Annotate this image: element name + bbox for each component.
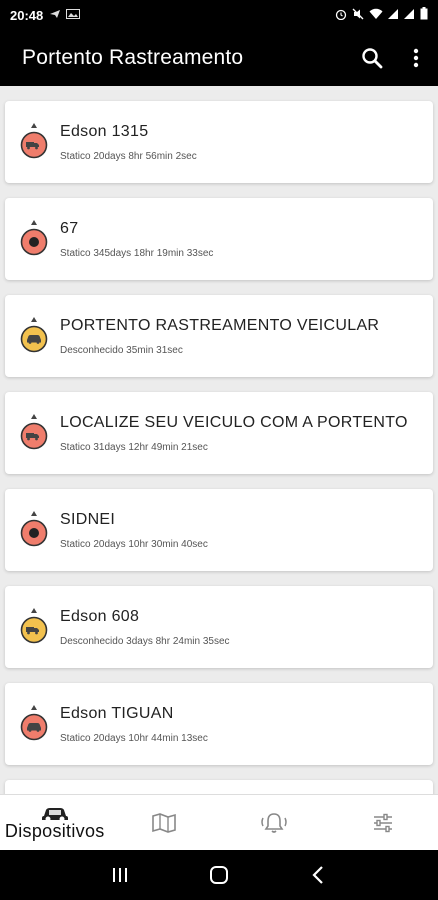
device-card[interactable]: Edson 608 Desconhecido 3days 8hr 24min 35… <box>5 586 433 668</box>
device-name: 67 <box>60 220 79 237</box>
nav-map[interactable] <box>110 795 220 850</box>
device-name: SIDNEI <box>60 511 116 528</box>
device-card[interactable]: Edson TIGUAN Statico 20days 10hr 44min 13… <box>5 683 433 765</box>
device-status: Statico 20days 10hr 44min 13sec <box>60 733 208 744</box>
device-card[interactable]: Edson 1315 Statico 20days 8hr 56min 2sec <box>5 101 433 183</box>
device-name: PORTENTO RASTREAMENTO VEICULAR <box>60 317 380 334</box>
bell-ring-icon <box>261 812 287 833</box>
device-marker-icon <box>20 414 48 454</box>
device-name: Edson TIGUAN <box>60 705 174 722</box>
nav-settings[interactable] <box>329 795 438 850</box>
home-icon <box>209 866 228 884</box>
device-name: LOCALIZE SEU VEICULO COM A PORTENTO <box>60 414 408 431</box>
recents-icon <box>112 868 127 882</box>
mute-icon <box>352 8 364 23</box>
search-icon <box>362 48 383 69</box>
status-bar: 20:48 <box>0 0 438 30</box>
device-marker-icon <box>20 220 48 260</box>
device-card[interactable] <box>5 780 433 794</box>
device-name: Edson 1315 <box>60 123 149 140</box>
sliders-icon <box>374 813 393 832</box>
map-icon <box>152 812 177 833</box>
signal-icon <box>388 8 399 23</box>
device-status: Desconhecido 35min 31sec <box>60 345 183 356</box>
overflow-menu-button[interactable] <box>394 36 438 80</box>
device-card[interactable]: LOCALIZE SEU VEICULO COM A PORTENTO Stati… <box>5 392 433 474</box>
more-vert-icon <box>413 48 419 68</box>
car-icon <box>41 807 68 821</box>
device-marker-icon <box>20 123 48 163</box>
photo-icon <box>66 8 81 22</box>
wifi-icon <box>369 8 383 23</box>
signal-icon <box>404 8 415 23</box>
back-icon <box>312 866 324 884</box>
alarm-icon <box>335 8 347 23</box>
device-marker-icon <box>20 705 48 745</box>
device-status: Statico 20days 8hr 56min 2sec <box>60 151 197 162</box>
device-status: Statico 31days 12hr 49min 21sec <box>60 442 208 453</box>
battery-icon <box>420 7 428 23</box>
device-status: Statico 20days 10hr 30min 40sec <box>60 539 208 550</box>
device-status: Desconhecido 3days 8hr 24min 35sec <box>60 636 230 647</box>
device-card[interactable]: SIDNEI Statico 20days 10hr 30min 40sec <box>5 489 433 571</box>
device-list[interactable]: Edson 1315 Statico 20days 8hr 56min 2sec 6… <box>0 86 438 794</box>
dot-icon <box>29 528 39 538</box>
nav-alerts[interactable] <box>219 795 329 850</box>
recents-button[interactable] <box>100 855 140 895</box>
back-button[interactable] <box>298 855 338 895</box>
device-card[interactable]: 67 Statico 345days 18hr 19min 33sec <box>5 198 433 280</box>
nav-dispositivos-label: Dispositivos <box>4 820 105 841</box>
device-card[interactable]: PORTENTO RASTREAMENTO VEICULAR Desconheci… <box>5 295 433 377</box>
device-status: Statico 345days 18hr 19min 33sec <box>60 248 214 259</box>
system-navigation-bar <box>0 850 438 900</box>
device-marker-icon <box>20 317 48 357</box>
home-button[interactable] <box>199 855 239 895</box>
device-marker-icon <box>20 511 48 551</box>
app-bar: Portento Rastreamento <box>0 30 438 86</box>
search-button[interactable] <box>350 36 394 80</box>
device-marker-icon <box>20 608 48 648</box>
page-title: Portento Rastreamento <box>22 46 244 69</box>
navigation-icon <box>49 9 61 22</box>
nav-dispositivos[interactable]: Dispositivos <box>0 795 110 850</box>
bottom-navigation: Dispositivos <box>0 794 438 850</box>
device-name: Edson 608 <box>60 608 140 625</box>
status-time: 20:48 <box>10 7 44 23</box>
dot-icon <box>29 237 39 247</box>
